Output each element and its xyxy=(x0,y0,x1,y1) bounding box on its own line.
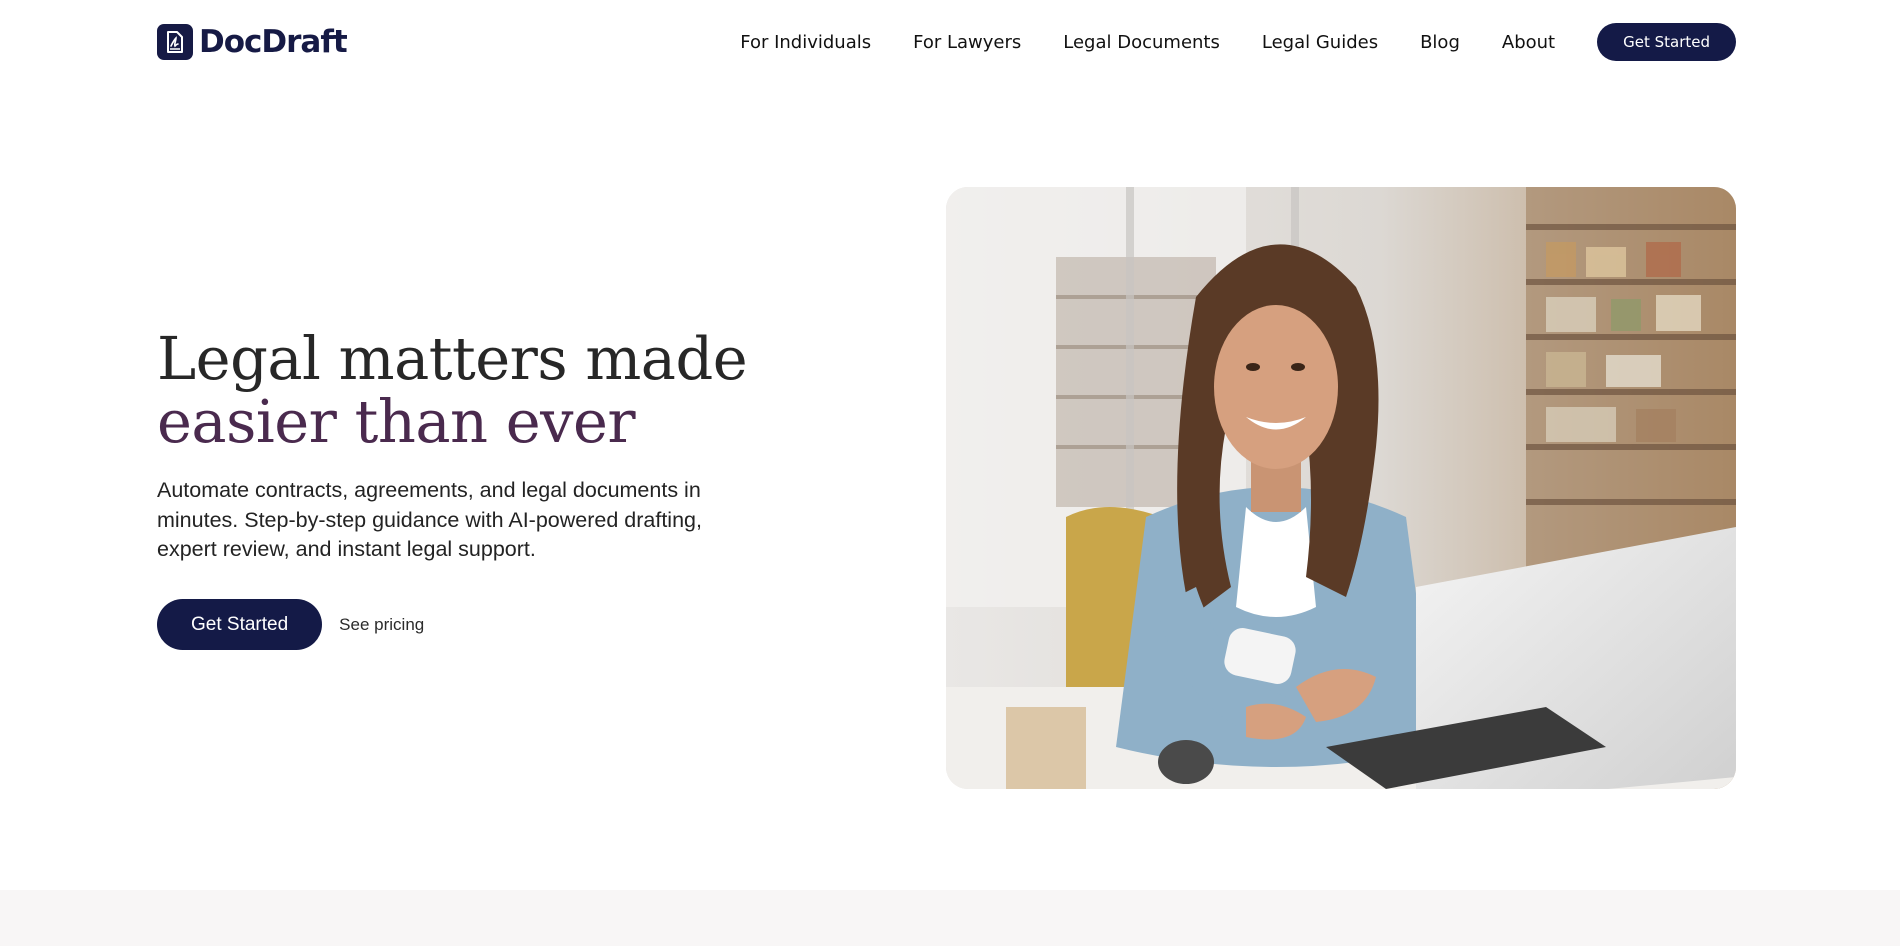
page: DocDraft For Individuals For Lawyers Leg… xyxy=(0,0,1900,946)
nav-legal-documents[interactable]: Legal Documents xyxy=(1063,32,1220,53)
nav-about[interactable]: About xyxy=(1502,32,1555,53)
site-header: DocDraft For Individuals For Lawyers Leg… xyxy=(157,20,1736,64)
document-signature-icon xyxy=(157,24,193,60)
hero-title-line-2: easier than ever xyxy=(157,387,636,456)
see-pricing-link[interactable]: See pricing xyxy=(339,615,424,635)
brand-logo[interactable]: DocDraft xyxy=(157,24,348,60)
nav-for-individuals[interactable]: For Individuals xyxy=(740,32,871,53)
hero-subtitle: Automate contracts, agreements, and lega… xyxy=(157,478,702,561)
header-get-started-button[interactable]: Get Started xyxy=(1597,23,1736,61)
brand-name: DocDraft xyxy=(199,24,348,60)
nav-legal-guides[interactable]: Legal Guides xyxy=(1262,32,1378,53)
nav-for-lawyers[interactable]: For Lawyers xyxy=(913,32,1021,53)
hero-title-line-1: Legal matters made xyxy=(157,324,748,393)
hero-title: Legal matters made easier than ever xyxy=(157,327,777,453)
hero-actions: Get Started See pricing xyxy=(157,599,424,650)
hero-photo-illustration xyxy=(946,187,1736,789)
next-section-band xyxy=(0,890,1900,946)
hero-photo xyxy=(946,187,1736,789)
hero-get-started-button[interactable]: Get Started xyxy=(157,599,323,650)
main-nav: For Individuals For Lawyers Legal Docume… xyxy=(740,23,1736,61)
nav-blog[interactable]: Blog xyxy=(1420,32,1460,53)
